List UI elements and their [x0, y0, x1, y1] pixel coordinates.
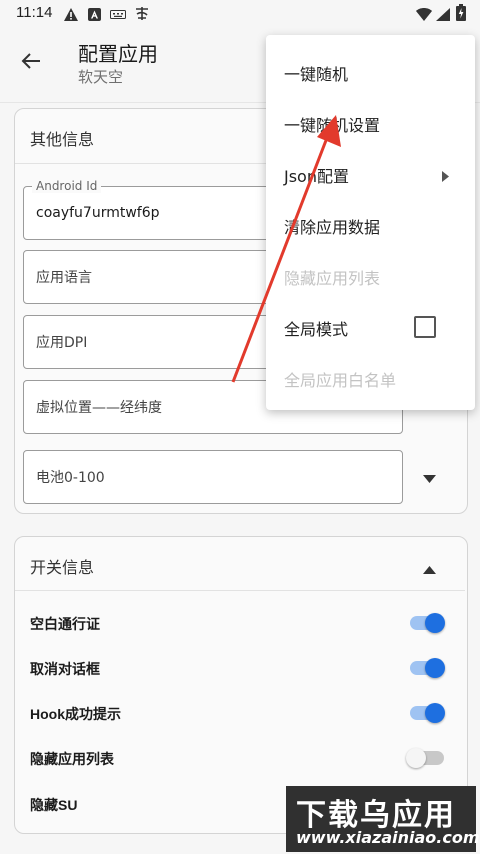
app-language-placeholder: 应用语言 [36, 270, 92, 286]
switch-cancel-dialog[interactable] [410, 658, 445, 678]
battery-placeholder: 电池0-100 [36, 470, 105, 486]
warning-icon [64, 6, 78, 21]
switch-hook-hint[interactable] [410, 703, 445, 723]
status-bar: 11:14 [0, 0, 480, 26]
virtual-location-placeholder: 虚拟位置——经纬度 [36, 400, 162, 416]
switch-info-divider [15, 590, 465, 591]
app-glyph-icon [134, 6, 148, 20]
annotation-arrow [231, 115, 341, 383]
keyboard-icon [110, 6, 126, 19]
dropdown-arrow-icon[interactable] [423, 468, 436, 487]
page-title: 配置应用 [78, 42, 158, 66]
app-notification-icon [88, 6, 101, 21]
app-dpi-placeholder: 应用DPI [36, 335, 88, 351]
global-mode-checkbox[interactable] [414, 316, 436, 338]
switch-label-blank-pass: 空白通行证 [30, 616, 100, 632]
switch-label-cancel-dialog: 取消对话框 [30, 661, 100, 677]
switch-blank-pass[interactable] [410, 613, 445, 633]
back-arrow-icon[interactable] [20, 50, 42, 72]
other-info-title: 其他信息 [30, 130, 95, 149]
switch-hide-app-list[interactable] [406, 748, 444, 768]
android-id-value: coayfu7urmtwf6p [36, 205, 160, 221]
signal-icon [436, 6, 450, 21]
switch-label-hide-app-list: 隐藏应用列表 [30, 751, 114, 767]
android-id-label: Android Id [32, 179, 102, 193]
status-time: 11:14 [16, 4, 53, 21]
switch-label-hook-hint: Hook成功提示 [30, 706, 121, 722]
watermark-url: www.xiazainiao.com [296, 828, 480, 847]
page-subtitle: 软天空 [78, 68, 124, 86]
battery-icon [456, 4, 469, 21]
watermark: 下载乌应用 www.xiazainiao.com [286, 786, 480, 852]
collapse-arrow-icon[interactable] [423, 559, 436, 578]
menu-item-random[interactable]: 一键随机 [284, 61, 348, 85]
submenu-arrow-icon [442, 167, 449, 186]
switch-label-hide-su: 隐藏SU [30, 797, 78, 813]
wifi-icon [416, 6, 432, 21]
switch-info-title: 开关信息 [30, 558, 95, 577]
